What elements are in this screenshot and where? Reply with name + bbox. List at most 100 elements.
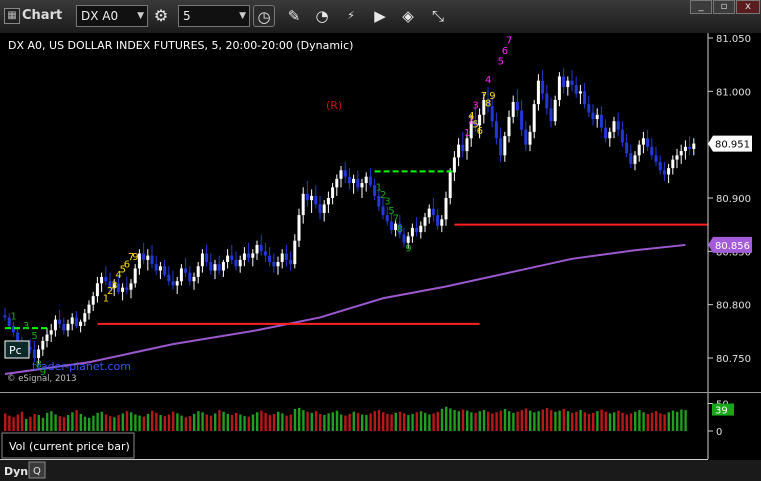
chart-area[interactable]: 13589123456791235789123456789456789 81.0… xyxy=(0,33,761,481)
candle-body xyxy=(213,264,217,271)
volume-bar xyxy=(445,406,448,431)
candle-body xyxy=(633,155,637,164)
candle-body xyxy=(188,272,192,282)
candle-body xyxy=(608,131,612,139)
candle-body xyxy=(247,253,251,258)
close-button[interactable]: x xyxy=(736,0,760,14)
window-title[interactable]: ▦ Chart xyxy=(2,5,74,27)
volume-bar xyxy=(617,410,620,431)
volume-bar xyxy=(634,411,637,431)
td-sequential-count: 9 xyxy=(132,252,138,263)
candle-body xyxy=(255,244,259,254)
candle-body xyxy=(683,146,687,152)
volume-bar xyxy=(482,410,486,431)
candle-body xyxy=(599,114,603,128)
pc-badge-label: Pc xyxy=(9,344,22,357)
lightning-tool-icon[interactable]: ⚡ xyxy=(340,5,362,27)
candle-body xyxy=(62,323,66,331)
volume-bar xyxy=(58,416,61,431)
candle-body xyxy=(125,287,129,290)
volume-bar xyxy=(625,414,628,431)
candle-body xyxy=(272,262,276,267)
volume-bar xyxy=(335,410,339,431)
volume-bar xyxy=(583,412,586,431)
interval-value: 5 xyxy=(183,9,191,23)
candle-body xyxy=(167,274,171,282)
price-axis-tick-label: 80.900 xyxy=(716,194,751,205)
candle-body xyxy=(326,198,330,205)
candle-body xyxy=(146,255,150,260)
volume-bar xyxy=(29,416,32,431)
candle-body xyxy=(335,178,339,188)
candle-body xyxy=(209,262,213,271)
candle-body xyxy=(452,157,456,173)
volume-bar xyxy=(503,409,507,431)
settings-gear-icon[interactable]: ⚙ xyxy=(150,5,172,27)
candle-body xyxy=(70,317,74,324)
volume-bar xyxy=(193,413,196,431)
volume-bar xyxy=(113,417,116,431)
candle-body xyxy=(440,219,444,226)
candle-body xyxy=(142,253,146,260)
volume-bar xyxy=(533,412,536,431)
volume-bar xyxy=(293,409,297,431)
volume-bar xyxy=(167,414,171,431)
candle-body xyxy=(79,321,83,326)
volume-bar xyxy=(256,412,259,431)
candle-body xyxy=(104,276,108,282)
volume-bar xyxy=(205,414,208,431)
candle-body xyxy=(503,136,507,156)
volume-bar xyxy=(121,413,124,431)
candle-body xyxy=(578,91,582,94)
volume-bar xyxy=(411,413,414,431)
candle-body xyxy=(289,259,293,265)
volume-bar xyxy=(684,410,687,431)
volume-bar xyxy=(62,417,66,431)
volume-bar xyxy=(92,415,95,431)
volume-bar xyxy=(398,411,402,431)
volume-bar xyxy=(478,411,481,431)
cube-icon[interactable]: ◈ xyxy=(397,5,419,27)
volume-bar xyxy=(125,411,129,431)
candle-body xyxy=(49,330,53,335)
speedometer-icon[interactable]: ◔ xyxy=(311,5,333,27)
td-sequential-count: 8 xyxy=(397,224,403,235)
candle-body xyxy=(381,206,385,216)
symbol-input[interactable]: DX A0 ▼ xyxy=(76,5,148,27)
candle-body xyxy=(343,170,347,177)
volume-bar xyxy=(130,412,133,431)
volume-bar xyxy=(319,413,322,431)
candle-body xyxy=(129,283,133,290)
candle-body xyxy=(91,296,95,305)
volume-bar xyxy=(541,409,544,431)
minimize-button[interactable]: _ xyxy=(690,0,712,14)
dynamic-mode-label[interactable]: Dyn xyxy=(4,465,28,478)
chart-title: DX A0, US DOLLAR INDEX FUTURES, 5, 20:00… xyxy=(8,39,353,52)
link-icon[interactable]: ⤡ xyxy=(427,5,449,27)
candle-body xyxy=(154,264,158,271)
restore-button[interactable]: ▫ xyxy=(713,0,735,14)
draw-pencil-icon[interactable]: ✎ xyxy=(283,5,305,27)
candle-body xyxy=(11,326,15,333)
clock-icon[interactable]: ◷ xyxy=(253,5,275,27)
candle-body xyxy=(499,138,503,156)
volume-bar xyxy=(310,412,313,431)
td-sequential-count: 4 xyxy=(485,75,491,86)
candle-body xyxy=(150,255,154,265)
candle-body xyxy=(3,315,7,318)
price-axis-tick-label: 80.750 xyxy=(716,354,751,365)
volume-bar xyxy=(680,409,683,431)
volume-bar xyxy=(264,412,267,431)
play-icon[interactable]: ▶ xyxy=(369,5,391,27)
candle-body xyxy=(641,138,645,145)
symbol-dropdown-icon[interactable]: ▼ xyxy=(137,6,144,26)
volume-bar xyxy=(562,409,565,431)
volume-bar xyxy=(529,410,532,431)
volume-bar xyxy=(172,411,175,431)
interval-dropdown-icon[interactable]: ▼ xyxy=(239,6,246,26)
candle-body xyxy=(158,266,162,271)
candle-body xyxy=(276,262,280,267)
interval-input[interactable]: 5 ▼ xyxy=(178,5,250,27)
volume-bar xyxy=(352,411,355,431)
copyright-text: © eSignal, 2013 xyxy=(7,374,77,384)
